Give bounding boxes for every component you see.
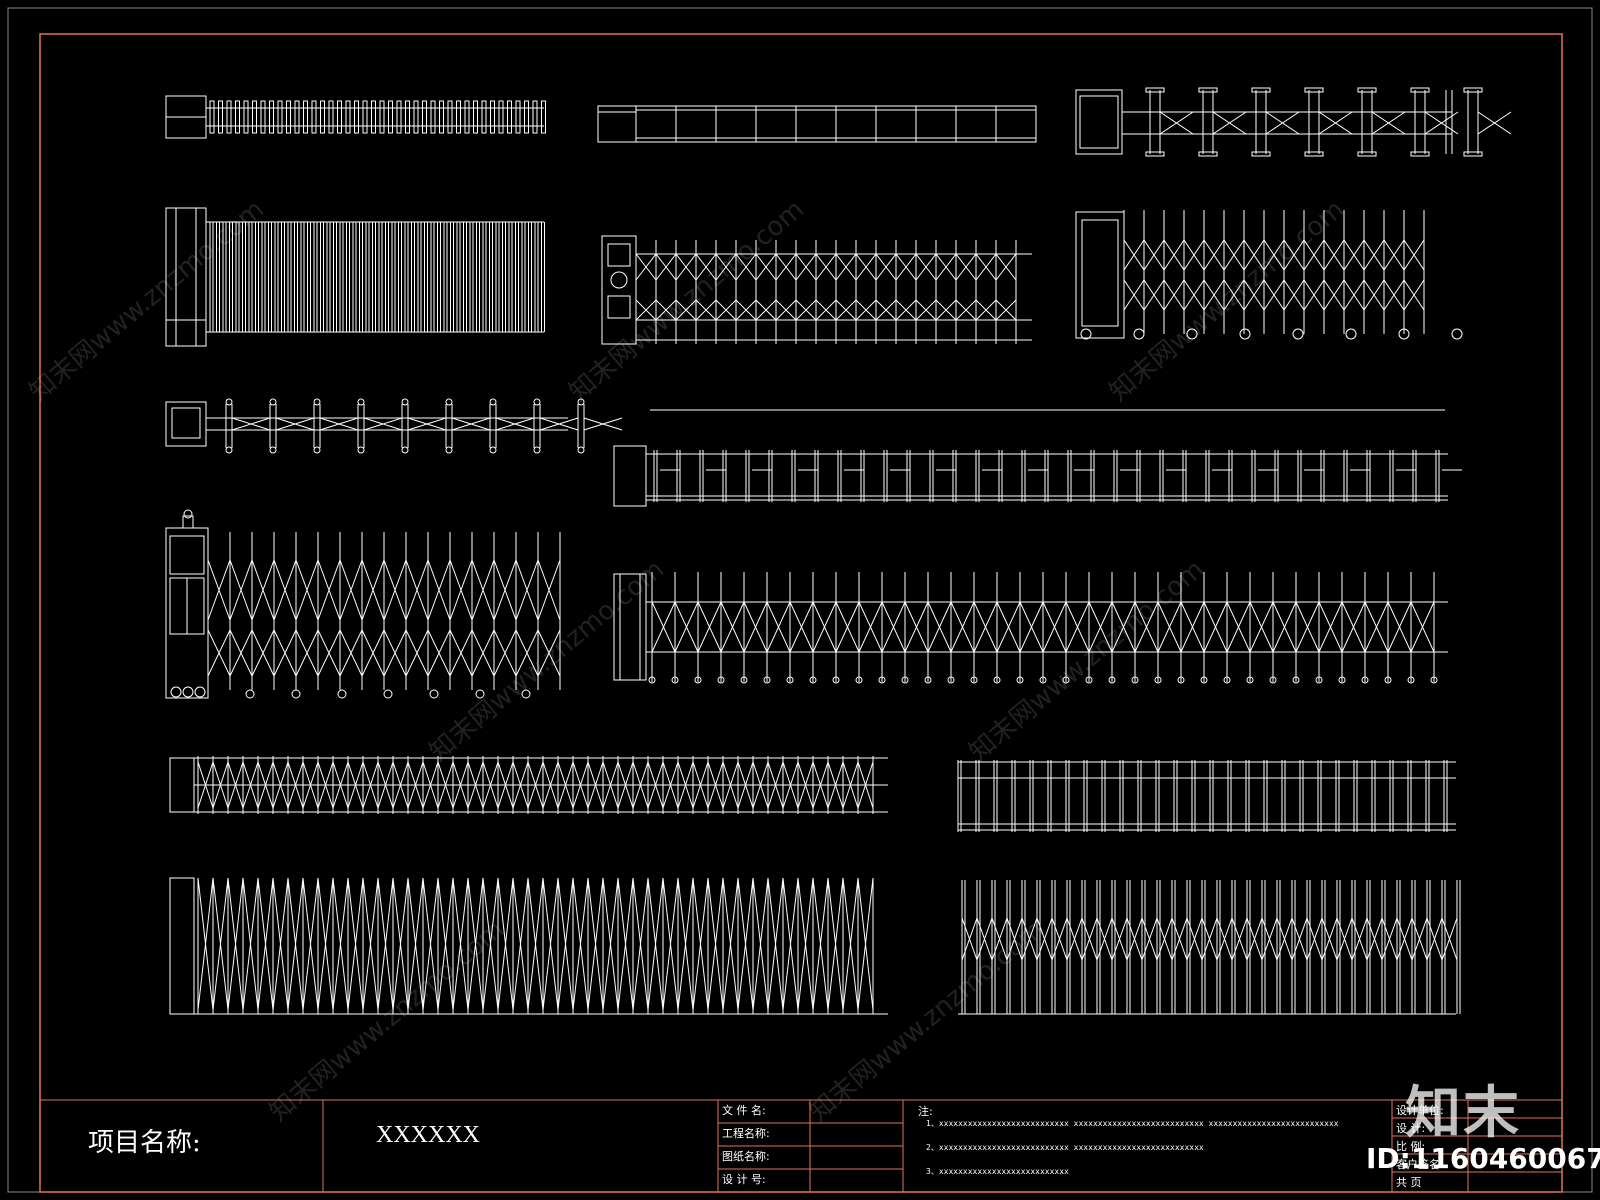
note-line-1: 1、xxxxxxxxxxxxxxxxxxxxxxxxxxx xxxxxxxxxx… <box>926 1119 1339 1128</box>
project-name-label: 项目名称: <box>88 1128 201 1158</box>
file-name-label: 文 件 名: <box>722 1104 766 1117</box>
drawing-name-label: 图纸名称: <box>722 1150 770 1163</box>
note-line-3: 3、xxxxxxxxxxxxxxxxxxxxxxxxxxx <box>926 1167 1069 1176</box>
design-number-label: 设 计 号: <box>722 1173 766 1186</box>
project-title-label: 工程名称: <box>722 1127 770 1140</box>
notes-title: 注: <box>918 1105 933 1118</box>
pages-label: 共 页 <box>1396 1176 1422 1189</box>
brand-logo: 知末 <box>1405 1081 1521 1146</box>
cad-drawing-sheet <box>0 0 1600 1200</box>
image-id: ID:1160460067 <box>1366 1142 1600 1175</box>
project-name-value: XXXXXX <box>376 1122 480 1148</box>
note-line-2: 2、xxxxxxxxxxxxxxxxxxxxxxxxxxx xxxxxxxxxx… <box>926 1143 1204 1152</box>
